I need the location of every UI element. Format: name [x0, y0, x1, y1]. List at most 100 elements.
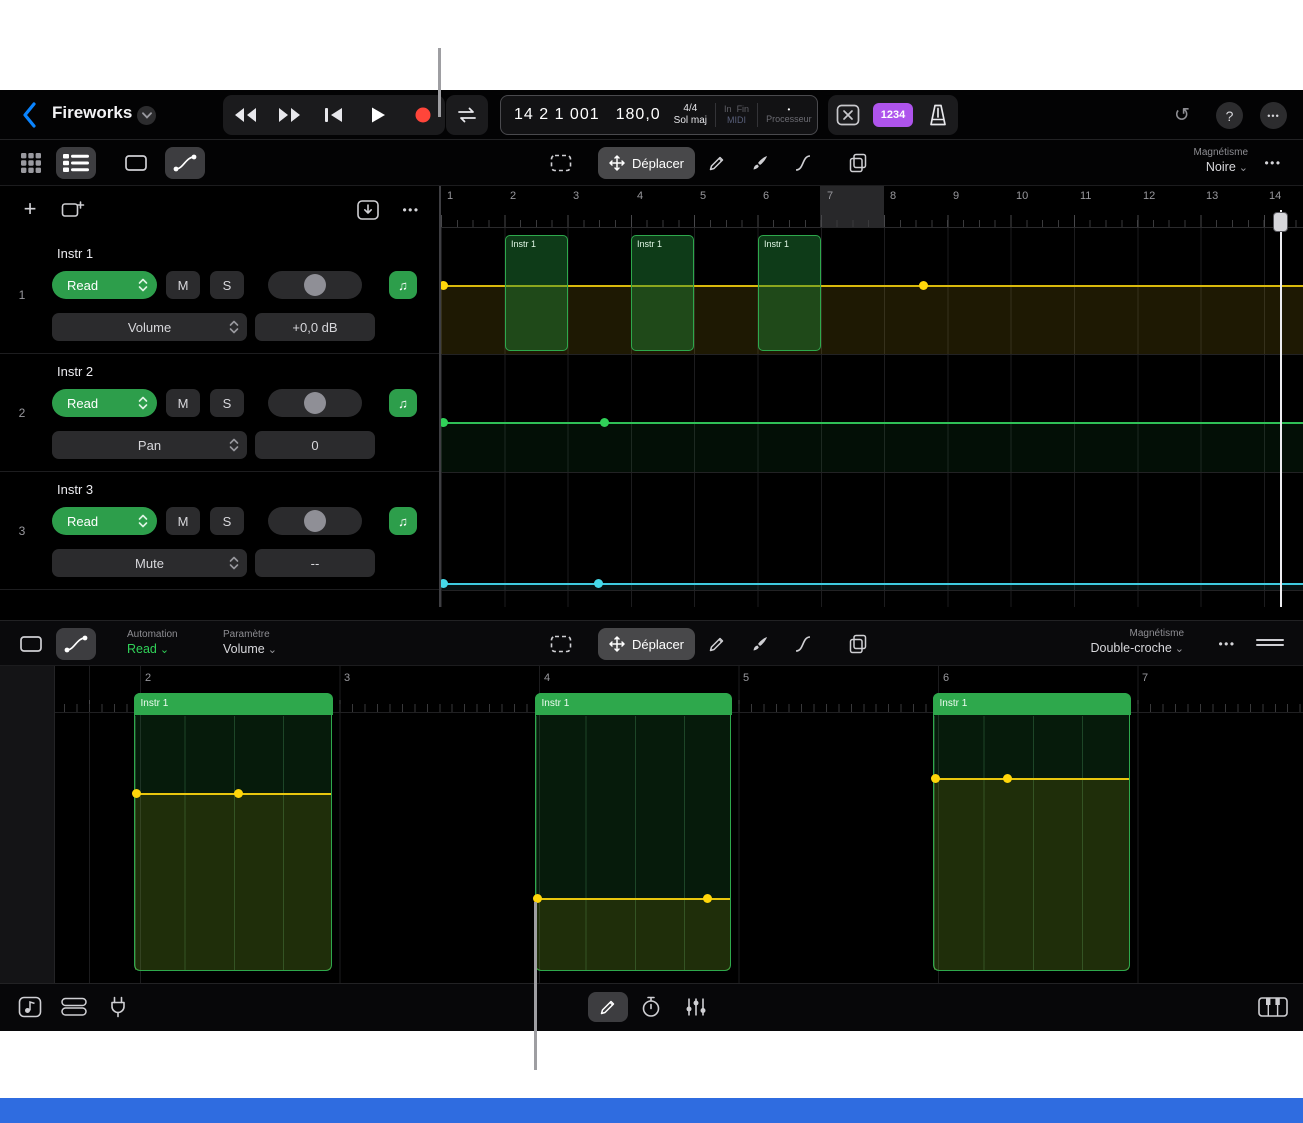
instrument-icon[interactable]: ♫ [389, 507, 417, 535]
editor-brush-tool-button[interactable] [744, 628, 776, 660]
undo-button[interactable]: ↺ [1168, 102, 1196, 129]
instrument-icon[interactable]: ♫ [389, 389, 417, 417]
editor-regions-mode-button[interactable] [14, 628, 48, 660]
track-name[interactable]: Instr 2 [57, 364, 93, 379]
automation-mode-select[interactable]: Read [52, 507, 157, 535]
automation-point[interactable] [703, 894, 712, 903]
tracks-view-button[interactable] [56, 147, 96, 179]
plugins-button[interactable] [103, 992, 133, 1022]
midi-region[interactable]: Instr 1 [535, 693, 731, 971]
slider-knob[interactable] [304, 392, 326, 414]
instrument-icon[interactable]: ♫ [389, 271, 417, 299]
automation-point[interactable] [931, 774, 940, 783]
volume-automation-line[interactable] [135, 793, 331, 795]
editor-marquee-tool-button[interactable] [545, 628, 577, 660]
duplicate-track-button[interactable] [58, 196, 88, 224]
automation-editor[interactable]: 2 3 4 5 6 7 Instr 1 Instr 1 [0, 666, 1303, 983]
solo-button[interactable]: S [210, 271, 244, 299]
go-to-beginning-button[interactable] [319, 100, 349, 130]
help-button[interactable]: ? [1216, 102, 1243, 129]
keyboard-button[interactable] [1254, 992, 1292, 1022]
mute-button[interactable]: M [166, 507, 200, 535]
play-button[interactable] [363, 100, 393, 130]
mute-button[interactable]: M [166, 271, 200, 299]
midi-region[interactable]: Instr 1 [505, 235, 568, 351]
mute-automation-line[interactable] [441, 583, 1303, 585]
import-button[interactable] [353, 196, 383, 224]
forward-button[interactable] [275, 100, 305, 130]
project-title[interactable]: Fireworks [52, 103, 132, 123]
editor-parameter-setting[interactable]: Paramètre Volume⌄ [223, 628, 277, 657]
solo-button[interactable]: S [210, 507, 244, 535]
playhead-handle[interactable] [1273, 212, 1288, 232]
automation-point[interactable] [600, 418, 609, 427]
parameter-value[interactable]: -- [255, 549, 375, 577]
metronome-button[interactable] [924, 101, 952, 129]
parameter-value[interactable]: +0,0 dB [255, 313, 375, 341]
editor-paste-button[interactable] [842, 628, 874, 660]
marquee-tool-button[interactable] [545, 147, 577, 179]
midi-region[interactable]: Instr 1 [933, 693, 1130, 971]
volume-automation-line[interactable] [934, 778, 1129, 780]
parameter-value[interactable]: 0 [255, 431, 375, 459]
more-options-button[interactable]: ••• [1260, 102, 1287, 129]
mixer-button[interactable] [680, 993, 712, 1021]
editor-automation-setting[interactable]: Automation Read⌄ [127, 628, 178, 657]
playhead[interactable] [1280, 210, 1282, 607]
track-name[interactable]: Instr 1 [57, 246, 93, 261]
automation-point[interactable] [919, 281, 928, 290]
automation-parameter-select[interactable]: Volume [52, 313, 247, 341]
cycle-button[interactable] [451, 100, 483, 130]
track-header-more-button[interactable]: ••• [394, 198, 428, 222]
midi-region[interactable]: Instr 1 [134, 693, 332, 971]
track-volume-slider[interactable] [268, 271, 362, 299]
automation-parameter-select[interactable]: Pan [52, 431, 247, 459]
loop-browser-button[interactable] [15, 992, 45, 1022]
track-header[interactable]: 2 Instr 2 Read M S ♫ Pan 0 [0, 354, 440, 472]
bar-ruler[interactable]: 1 2 3 4 5 6 7 8 9 10 11 12 13 14 [441, 186, 1303, 228]
discard-take-button[interactable] [834, 101, 862, 129]
browser-view-button[interactable] [14, 147, 48, 179]
track-name[interactable]: Instr 3 [57, 482, 93, 497]
automation-point[interactable] [234, 789, 243, 798]
paste-button[interactable] [842, 147, 874, 179]
editor-snap-setting[interactable]: Magnétisme Double-croche⌄ [1012, 627, 1184, 656]
record-button[interactable] [408, 100, 438, 130]
curve-tool-button[interactable] [787, 147, 819, 179]
volume-automation-line[interactable] [441, 285, 1303, 287]
editor-move-tool-button[interactable]: Déplacer [598, 628, 695, 660]
editor-automation-mode-button[interactable] [56, 628, 96, 660]
editor-more-button[interactable]: ••• [1212, 631, 1242, 657]
track-volume-slider[interactable] [268, 389, 362, 417]
browsers-button[interactable] [59, 992, 89, 1022]
arrange-area[interactable]: 1 2 3 4 5 6 7 8 9 10 11 12 13 14 [441, 186, 1303, 607]
automation-parameter-select[interactable]: Mute [52, 549, 247, 577]
automation-point[interactable] [1003, 774, 1012, 783]
back-button[interactable] [14, 100, 44, 130]
automation-point[interactable] [594, 579, 603, 588]
snap-setting[interactable]: Magnétisme Noire⌄ [1120, 146, 1248, 175]
slider-knob[interactable] [304, 510, 326, 532]
editor-resize-handle[interactable] [1256, 636, 1284, 649]
automation-mode-select[interactable]: Read [52, 271, 157, 299]
title-menu-button[interactable] [137, 106, 156, 125]
automation-point[interactable] [132, 789, 141, 798]
pencil-tool-button[interactable] [701, 147, 733, 179]
track-header[interactable]: 1 Instr 1 Read M S ♫ Volume +0,0 dB [0, 236, 440, 354]
track-header[interactable]: 3 Instr 3 Read M S ♫ Mute -- [0, 472, 440, 590]
add-track-button[interactable]: + [16, 194, 44, 224]
pan-automation-line[interactable] [441, 422, 1303, 424]
lcd-display[interactable]: 14 2 1 001 180,0 4/4 Sol maj In Fin MIDI… [500, 95, 818, 135]
mute-button[interactable]: M [166, 389, 200, 417]
toolbar-more-button[interactable]: ••• [1258, 150, 1288, 176]
volume-automation-line[interactable] [536, 898, 730, 900]
track-volume-slider[interactable] [268, 507, 362, 535]
editor-curve-tool-button[interactable] [787, 628, 819, 660]
slider-knob[interactable] [304, 274, 326, 296]
midi-region[interactable]: Instr 1 [758, 235, 821, 351]
edit-pencil-button[interactable] [588, 992, 628, 1022]
automation-mode-button[interactable] [165, 147, 205, 179]
automation-mode-select[interactable]: Read [52, 389, 157, 417]
brush-tool-button[interactable] [744, 147, 776, 179]
solo-button[interactable]: S [210, 389, 244, 417]
